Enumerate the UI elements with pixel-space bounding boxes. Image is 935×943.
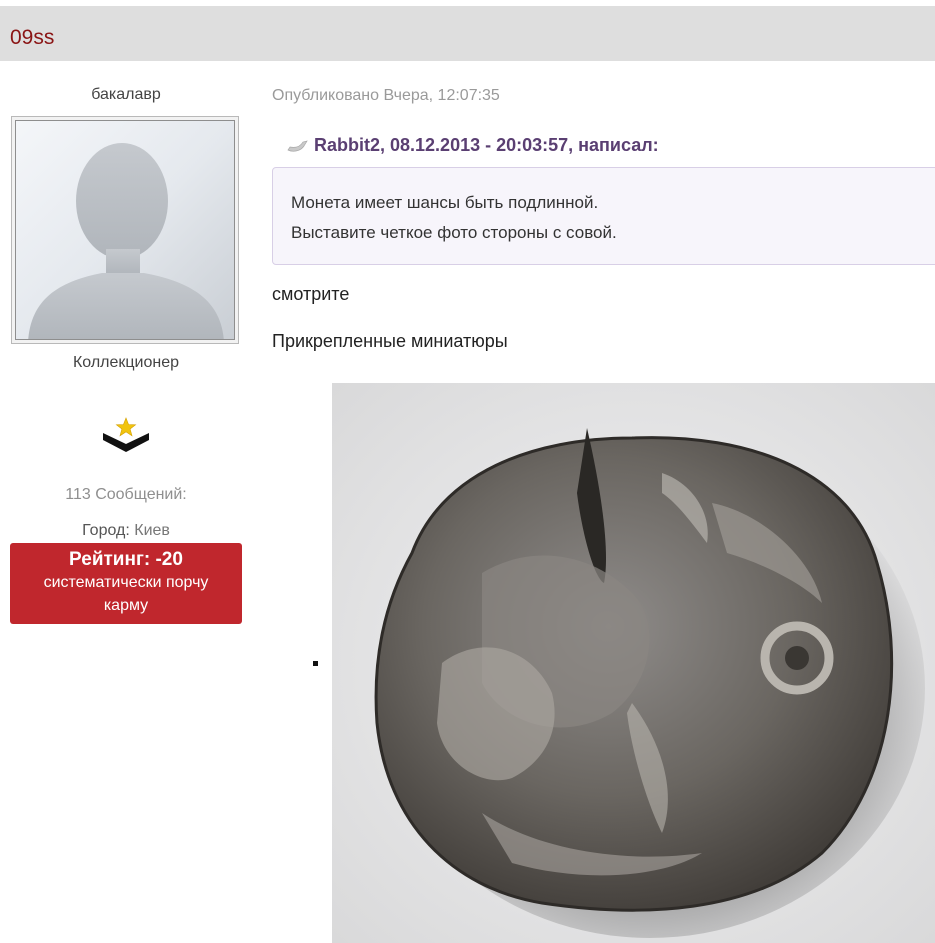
city-value: Киев [134,522,170,539]
quote-header: Rabbit2, 08.12.2013 - 20:03:57, написал: [286,135,659,156]
quote-line: Выставите четкое фото стороны с совой. [291,223,617,242]
quote-arrow-icon [286,137,308,153]
city-info: Город: Киев [0,522,252,540]
quote-block: Монета имеет шансы быть подлинной. Выста… [272,167,935,265]
post-date: Опубликовано Вчера, 12:07:35 [272,87,500,104]
user-group: Коллекционер [72,354,180,371]
chevron-star-rank-icon [101,416,151,456]
coin-photo-thumbnail[interactable] [332,383,935,943]
city-label: Город: [82,522,130,539]
user-header-bar: 09ss [0,6,935,61]
rating-title: Рейтинг: -20 [69,549,183,570]
rating-subtitle: систематически порчу карму [43,574,209,614]
rating-badge: Рейтинг: -20 систематически порчу карму [10,543,242,624]
user-sidebar: бакалавр Коллекционер 113 Сообщений: Гор… [0,61,252,943]
post-body-text: смотрите [272,284,350,304]
post-count: 113 Сообщений: [65,486,187,503]
attachments-label: Прикрепленные миниатюры [272,331,508,351]
username-link[interactable]: 09ss [10,26,54,50]
avatar[interactable] [11,116,239,344]
list-bullet [313,661,318,666]
quote-line: Монета имеет шансы быть подлинной. [291,193,599,212]
default-avatar-icon [15,120,235,340]
user-title: бакалавр [91,86,161,103]
quote-author[interactable]: Rabbit2, 08.12.2013 - 20:03:57, написал: [314,135,659,155]
